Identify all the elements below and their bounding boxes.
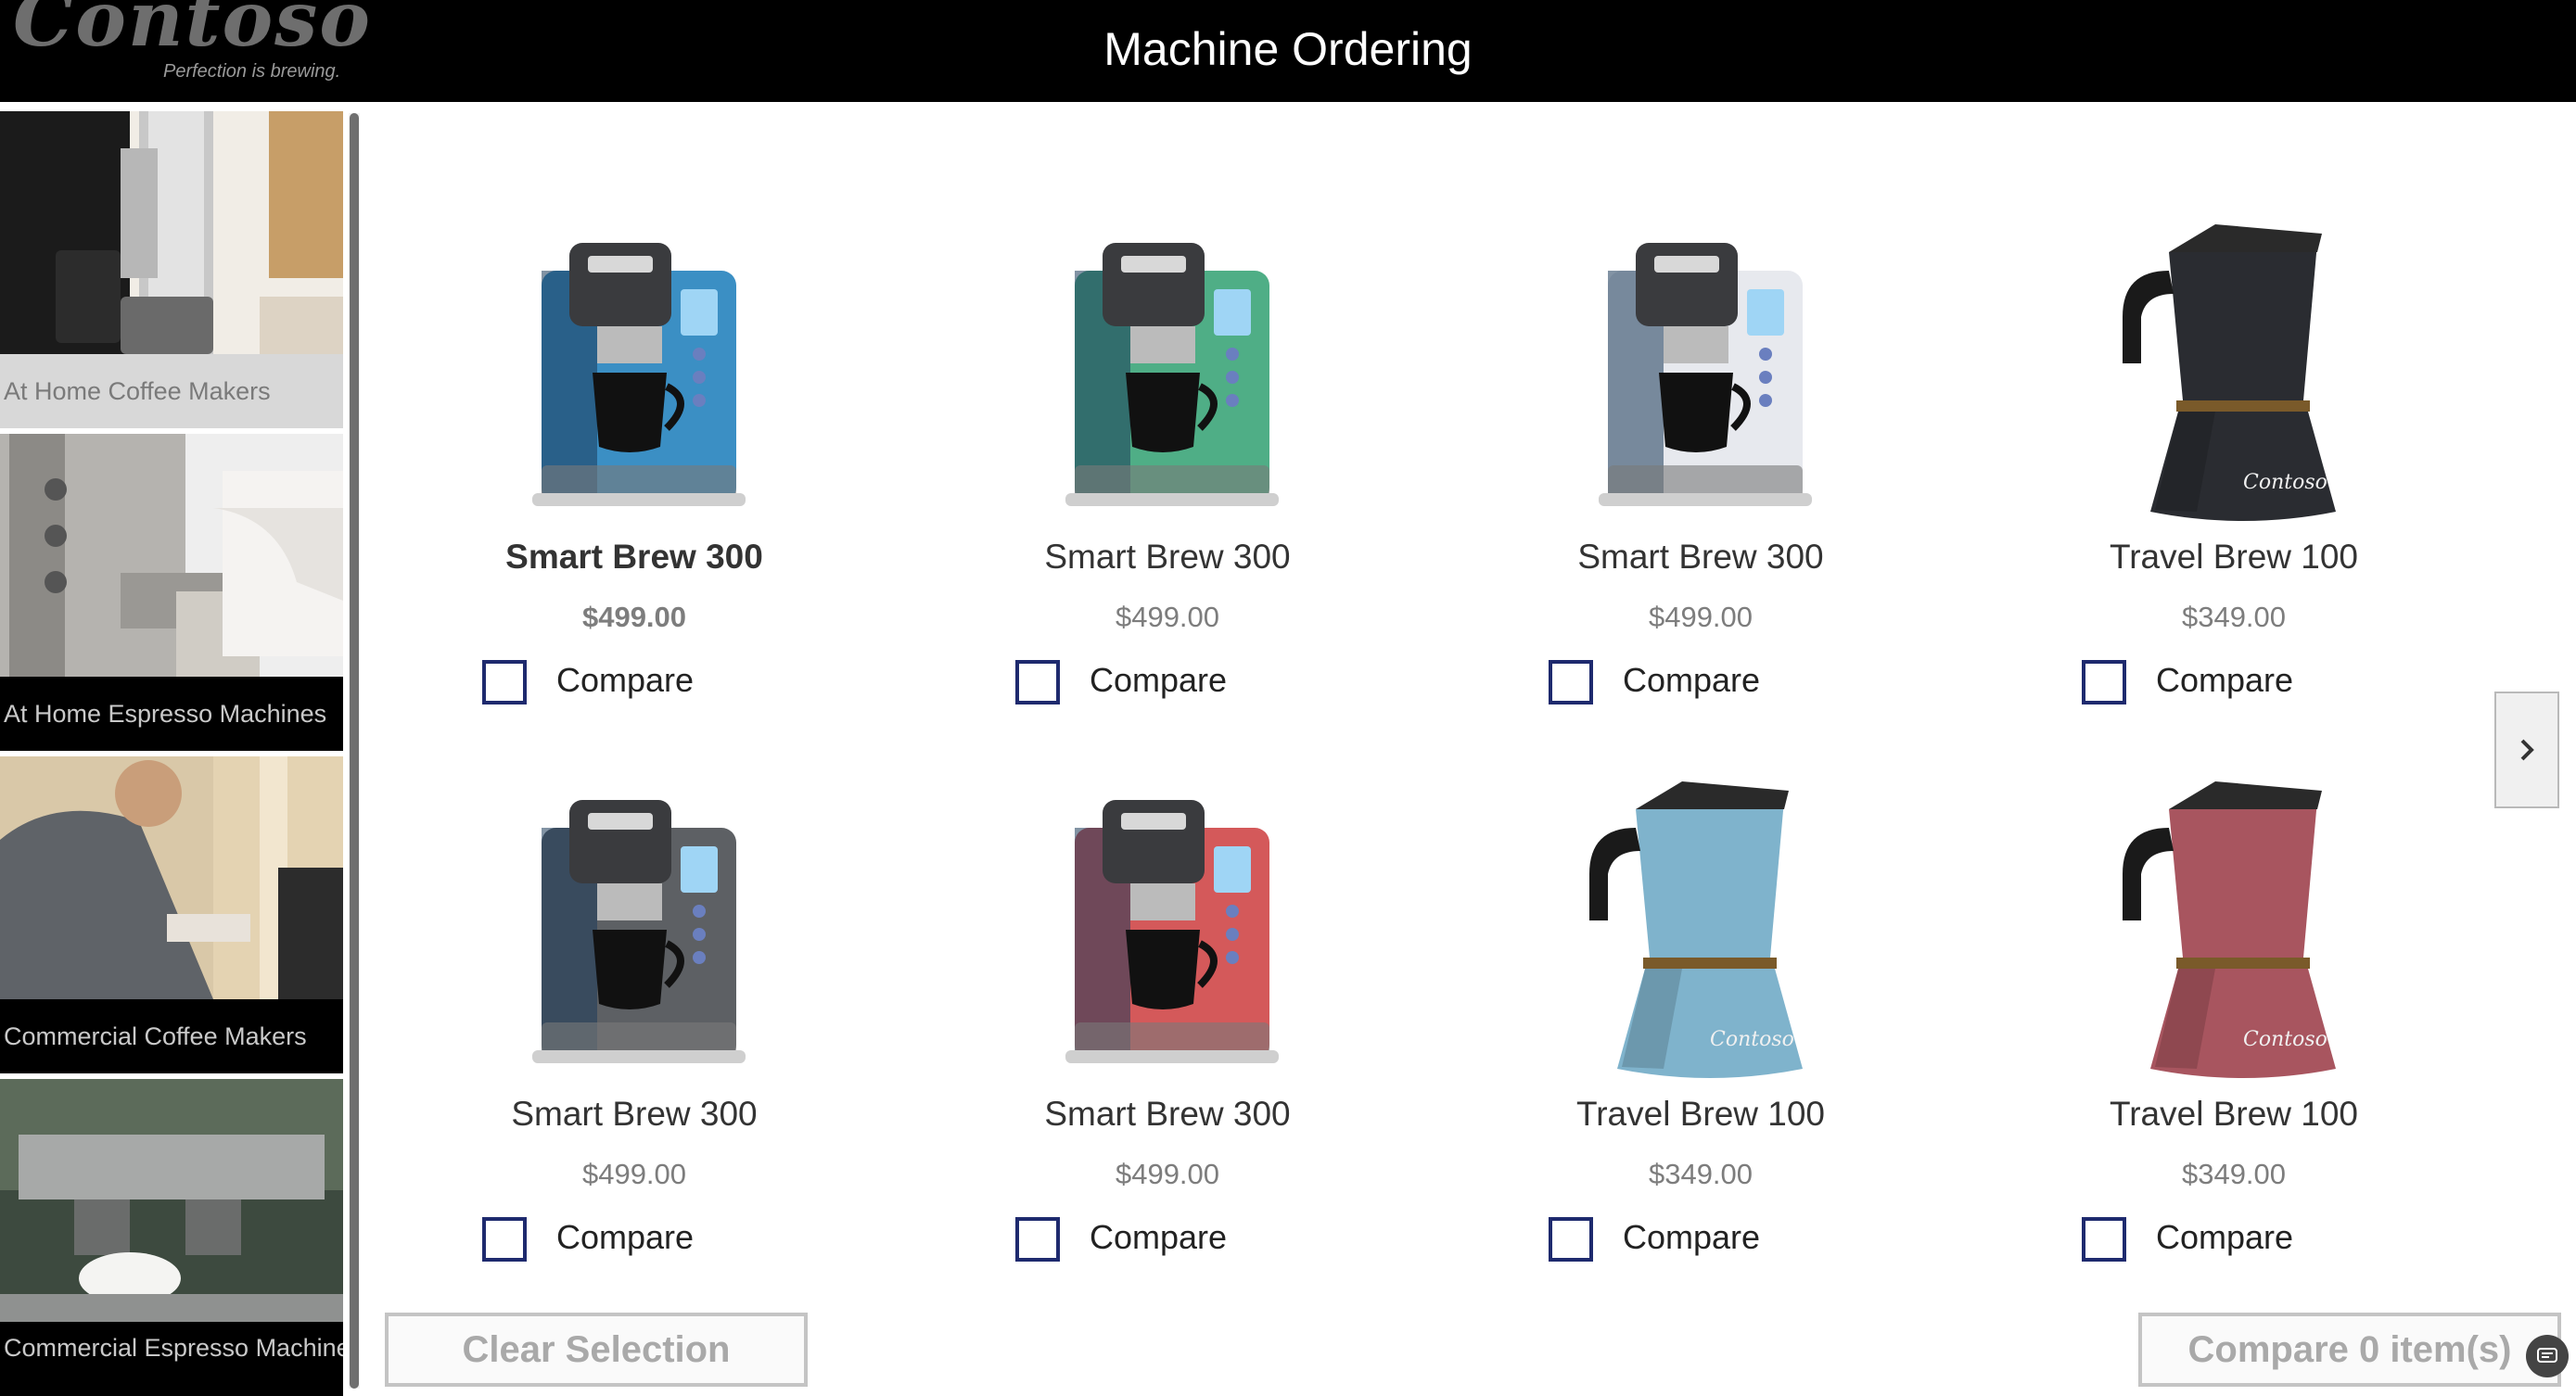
svg-text:Contoso: Contoso bbox=[1710, 1028, 1794, 1051]
category-at-home-coffee-makers[interactable]: At Home Coffee Makers bbox=[0, 111, 343, 428]
category-image bbox=[0, 1079, 343, 1322]
category-image bbox=[0, 111, 343, 354]
compare-label[interactable]: Compare bbox=[2156, 1218, 2293, 1257]
page-title: Machine Ordering bbox=[1103, 23, 1473, 75]
product-name: Travel Brew 100 bbox=[1575, 1095, 1825, 1133]
product-card[interactable]: Smart Brew 300 $499.00 Compare bbox=[1441, 215, 1960, 734]
product-card[interactable]: Smart Brew 300 $499.00 Compare bbox=[908, 215, 1427, 734]
next-page-button[interactable] bbox=[2494, 692, 2559, 808]
product-image bbox=[532, 243, 746, 506]
product-name: Smart Brew 300 bbox=[511, 1095, 758, 1133]
product-name: Smart Brew 300 bbox=[1044, 1095, 1291, 1133]
product-price: $499.00 bbox=[1115, 601, 1220, 633]
compare-label[interactable]: Compare bbox=[1090, 661, 1227, 700]
compare-checkbox[interactable] bbox=[1015, 1217, 1060, 1262]
product-card[interactable]: Contoso Travel Brew 100 $349.00 Compare bbox=[1974, 772, 2493, 1291]
category-image bbox=[0, 434, 343, 677]
category-label: Commercial Coffee Makers bbox=[0, 999, 343, 1073]
product-card[interactable]: Smart Brew 300 $499.00 Compare bbox=[375, 772, 894, 1291]
product-card[interactable]: Contoso Travel Brew 100 $349.00 Compare bbox=[1974, 215, 2493, 734]
product-name: Travel Brew 100 bbox=[2109, 1095, 2358, 1133]
product-image bbox=[1065, 800, 1279, 1063]
product-image bbox=[532, 800, 746, 1063]
sidebar-scrollbar-thumb[interactable] bbox=[350, 113, 359, 1389]
compare-label[interactable]: Compare bbox=[1090, 1218, 1227, 1257]
compare-label[interactable]: Compare bbox=[2156, 661, 2293, 700]
compare-label[interactable]: Compare bbox=[556, 1218, 694, 1257]
product-card[interactable]: Smart Brew 300 $499.00 Compare bbox=[375, 215, 894, 734]
compare-label[interactable]: Compare bbox=[1623, 1218, 1760, 1257]
product-image: Contoso bbox=[1589, 781, 1803, 1078]
chevron-right-icon bbox=[2520, 739, 2534, 761]
category-label: Commercial Espresso Machines bbox=[0, 1322, 343, 1396]
category-at-home-espresso-machines[interactable]: At Home Espresso Machines bbox=[0, 434, 343, 751]
product-price: $499.00 bbox=[581, 1158, 687, 1190]
product-image: Contoso bbox=[2123, 224, 2336, 521]
app-header: Contoso Perfection is brewing. Machine O… bbox=[0, 0, 2576, 102]
category-commercial-coffee-makers[interactable]: Commercial Coffee Makers bbox=[0, 756, 343, 1073]
category-image bbox=[0, 756, 343, 999]
compare-checkbox[interactable] bbox=[482, 660, 527, 704]
product-price: $499.00 bbox=[1115, 1158, 1220, 1190]
compare-label[interactable]: Compare bbox=[556, 661, 694, 700]
compare-checkbox[interactable] bbox=[2082, 1217, 2126, 1262]
compare-checkbox[interactable] bbox=[1015, 660, 1060, 704]
category-commercial-espresso-machines[interactable]: Commercial Espresso Machines bbox=[0, 1079, 343, 1396]
product-price: $499.00 bbox=[581, 601, 687, 633]
product-name: Smart Brew 300 bbox=[1577, 538, 1824, 576]
compare-items-button[interactable]: Compare 0 item(s) bbox=[2138, 1313, 2561, 1387]
product-name: Smart Brew 300 bbox=[505, 538, 763, 576]
clear-selection-button[interactable]: Clear Selection bbox=[385, 1313, 808, 1387]
category-label: At Home Espresso Machines bbox=[0, 677, 343, 751]
compare-checkbox[interactable] bbox=[1549, 1217, 1593, 1262]
chat-icon bbox=[2537, 1348, 2557, 1363]
product-image bbox=[1065, 243, 1279, 506]
compare-checkbox[interactable] bbox=[2082, 660, 2126, 704]
svg-text:Contoso: Contoso bbox=[2243, 1028, 2327, 1051]
feedback-icon[interactable] bbox=[2526, 1335, 2569, 1377]
product-price: $349.00 bbox=[2181, 601, 2287, 633]
product-card[interactable]: Smart Brew 300 $499.00 Compare bbox=[908, 772, 1427, 1291]
product-price: $349.00 bbox=[1648, 1158, 1753, 1190]
product-image bbox=[1599, 243, 1812, 506]
product-name: Travel Brew 100 bbox=[2109, 538, 2358, 576]
compare-label[interactable]: Compare bbox=[1623, 661, 1760, 700]
svg-text:Contoso: Contoso bbox=[2243, 471, 2327, 494]
category-label: At Home Coffee Makers bbox=[0, 354, 343, 428]
category-sidebar: At Home Coffee Makers At Home Espresso M… bbox=[0, 102, 360, 1396]
product-name: Smart Brew 300 bbox=[1044, 538, 1291, 576]
compare-checkbox[interactable] bbox=[1549, 660, 1593, 704]
product-price: $349.00 bbox=[2181, 1158, 2287, 1190]
compare-checkbox[interactable] bbox=[482, 1217, 527, 1262]
product-card[interactable]: Contoso Travel Brew 100 $349.00 Compare bbox=[1441, 772, 1960, 1291]
product-image: Contoso bbox=[2123, 781, 2336, 1078]
product-price: $499.00 bbox=[1648, 601, 1753, 633]
